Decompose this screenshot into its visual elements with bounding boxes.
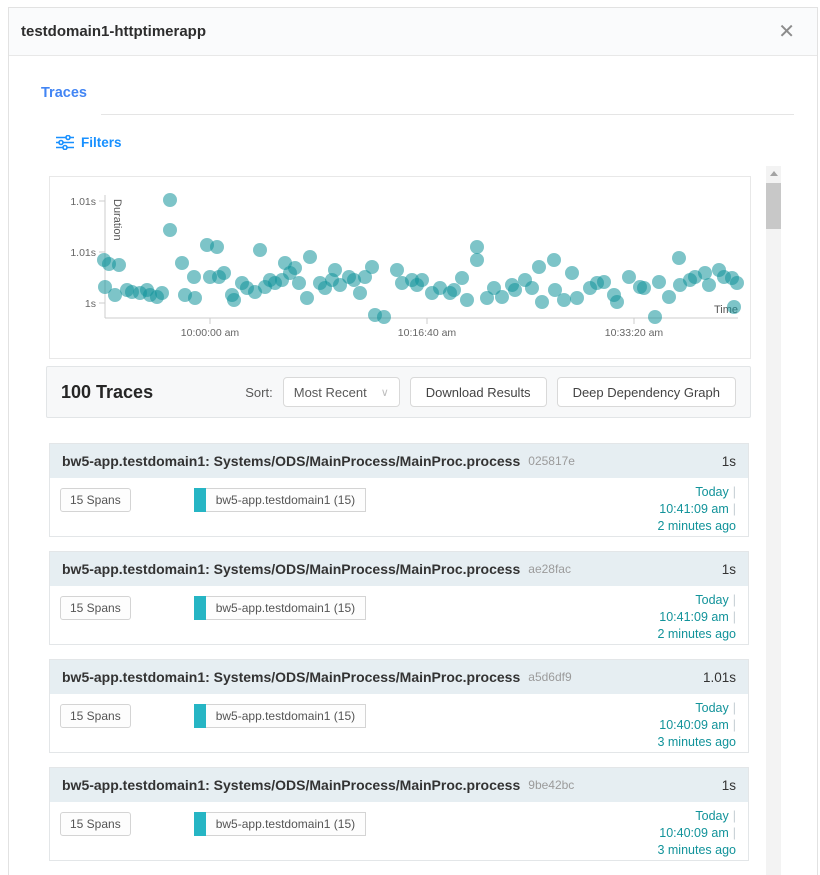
service-tag-label: bw5-app.testdomain1 (15) <box>206 704 366 728</box>
sort-select[interactable]: Most Recent ∨ <box>283 377 400 407</box>
trace-id: 025817e <box>528 454 575 468</box>
trace-title: bw5-app.testdomain1: Systems/ODS/MainPro… <box>62 777 520 793</box>
filters-button[interactable]: Filters <box>56 135 166 150</box>
span-count-badge: 15 Spans <box>60 704 131 728</box>
modal-header: testdomain1-httptimerapp ✕ <box>9 8 817 56</box>
trace-duration: 1.01s <box>703 670 736 685</box>
span-count-badge: 15 Spans <box>60 596 131 620</box>
trace-title: bw5-app.testdomain1: Systems/ODS/MainPro… <box>62 453 520 469</box>
service-tag: bw5-app.testdomain1 (15) <box>194 596 366 620</box>
service-tag: bw5-app.testdomain1 (15) <box>194 704 366 728</box>
scatter-points[interactable] <box>97 193 744 324</box>
y-axis-label: Duration <box>111 199 123 241</box>
trace-timestamp: Today| 10:41:09 am| 2 minutes ago <box>657 484 736 535</box>
trace-duration: 1s <box>722 778 736 793</box>
trace-card-header: bw5-app.testdomain1: Systems/ODS/MainPro… <box>50 444 748 478</box>
trace-card-header: bw5-app.testdomain1: Systems/ODS/MainPro… <box>50 660 748 694</box>
filter-sliders-icon <box>56 135 74 150</box>
trace-duration: 1s <box>722 562 736 577</box>
trace-id: ae28fac <box>528 562 571 576</box>
trace-id: 9be42bc <box>528 778 574 792</box>
trace-card-body: 15 Spans bw5-app.testdomain1 (15) Today|… <box>50 586 748 620</box>
trace-card[interactable]: bw5-app.testdomain1: Systems/ODS/MainPro… <box>49 767 749 861</box>
page-title: testdomain1-httptimerapp <box>21 23 206 40</box>
trace-search-modal: testdomain1-httptimerapp ✕ Traces Filter… <box>8 7 818 875</box>
download-results-button[interactable]: Download Results <box>410 377 547 407</box>
tab-bar: Traces <box>41 85 794 115</box>
trace-card-body: 15 Spans bw5-app.testdomain1 (15) Today|… <box>50 478 748 512</box>
service-color-swatch <box>194 704 206 728</box>
tab-traces[interactable]: Traces <box>41 85 101 115</box>
scrollbar-track[interactable] <box>766 166 781 875</box>
y-tick: 1s <box>85 298 96 310</box>
sort-selected-value: Most Recent <box>294 385 367 400</box>
service-color-swatch <box>194 596 206 620</box>
filters-label: Filters <box>81 135 122 150</box>
service-tag-label: bw5-app.testdomain1 (15) <box>206 488 366 512</box>
chevron-down-icon: ∨ <box>381 386 389 399</box>
x-tick: 10:16:40 am <box>398 327 457 339</box>
x-tick: 10:00:00 am <box>181 327 240 339</box>
service-color-swatch <box>194 488 206 512</box>
trace-card-body: 15 Spans bw5-app.testdomain1 (15) Today|… <box>50 694 748 728</box>
trace-duration: 1s <box>722 454 736 469</box>
trace-card-body: 15 Spans bw5-app.testdomain1 (15) Today|… <box>50 802 748 836</box>
scrollbar-thumb[interactable] <box>766 183 781 229</box>
trace-timestamp: Today| 10:41:09 am| 2 minutes ago <box>657 592 736 643</box>
trace-id: a5d6df9 <box>528 670 571 684</box>
results-count: 100 Traces <box>61 382 153 403</box>
trace-card-header: bw5-app.testdomain1: Systems/ODS/MainPro… <box>50 768 748 802</box>
service-color-swatch <box>194 812 206 836</box>
service-tag: bw5-app.testdomain1 (15) <box>194 488 366 512</box>
arrow-up-icon <box>770 171 778 176</box>
y-tick: 1.01s <box>70 196 96 208</box>
span-count-badge: 15 Spans <box>60 812 131 836</box>
trace-card[interactable]: bw5-app.testdomain1: Systems/ODS/MainPro… <box>49 443 749 537</box>
trace-card[interactable]: bw5-app.testdomain1: Systems/ODS/MainPro… <box>49 659 749 753</box>
scatter-plot[interactable]: 1.01s 1.01s 1s 10:00:00 am 10:16:40 am 1… <box>49 176 751 359</box>
service-tag-label: bw5-app.testdomain1 (15) <box>206 812 366 836</box>
deep-dependency-graph-button[interactable]: Deep Dependency Graph <box>557 377 736 407</box>
trace-card-header: bw5-app.testdomain1: Systems/ODS/MainPro… <box>50 552 748 586</box>
service-tag-label: bw5-app.testdomain1 (15) <box>206 596 366 620</box>
trace-result-list: bw5-app.testdomain1: Systems/ODS/MainPro… <box>49 443 749 861</box>
service-tag: bw5-app.testdomain1 (15) <box>194 812 366 836</box>
y-tick: 1.01s <box>70 247 96 259</box>
span-count-badge: 15 Spans <box>60 488 131 512</box>
trace-title: bw5-app.testdomain1: Systems/ODS/MainPro… <box>62 669 520 685</box>
trace-title: bw5-app.testdomain1: Systems/ODS/MainPro… <box>62 561 520 577</box>
x-tick: 10:33:20 am <box>605 327 664 339</box>
trace-card[interactable]: bw5-app.testdomain1: Systems/ODS/MainPro… <box>49 551 749 645</box>
results-header-bar: 100 Traces Sort: Most Recent ∨ Download … <box>46 366 751 418</box>
scrollbar-up-button[interactable] <box>766 166 781 181</box>
trace-timestamp: Today| 10:40:09 am| 3 minutes ago <box>657 808 736 859</box>
sort-label: Sort: <box>245 385 272 400</box>
trace-timestamp: Today| 10:40:09 am| 3 minutes ago <box>657 700 736 751</box>
close-icon[interactable]: ✕ <box>772 20 801 44</box>
